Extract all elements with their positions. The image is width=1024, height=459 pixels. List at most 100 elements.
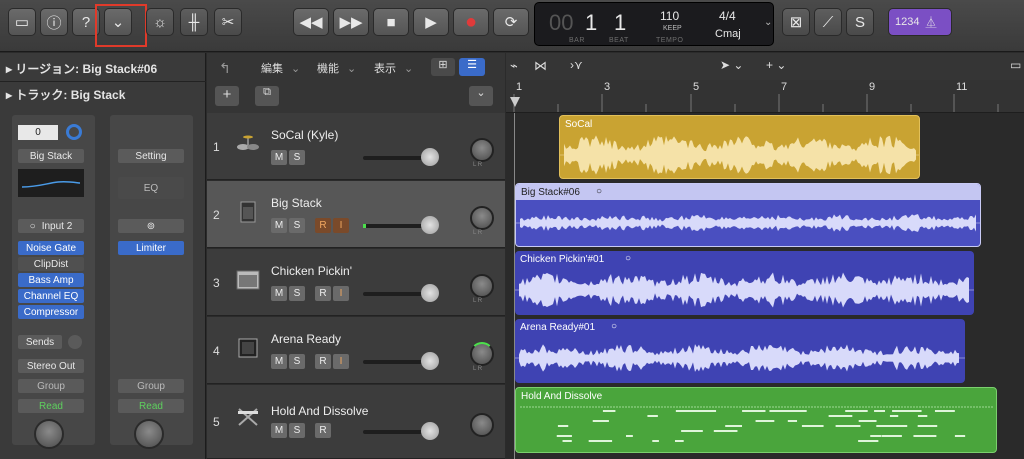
list-view-icon[interactable]: ☰ — [459, 58, 485, 76]
count-in-button[interactable]: 1234 ⏅ — [888, 8, 952, 36]
smart-controls-icon[interactable]: ☼ — [146, 8, 174, 36]
mixer-icon[interactable]: ╫ — [180, 8, 208, 36]
edit-menu[interactable]: 編集 ⌄ — [261, 59, 300, 77]
fader-cap[interactable] — [421, 284, 439, 302]
audio-region[interactable]: Arena Ready#01 ○ — [515, 319, 965, 383]
input-slot[interactable]: ○ Input 2 — [18, 219, 84, 233]
play-button[interactable]: ▶ — [413, 8, 449, 36]
solo-icon[interactable]: S — [846, 8, 874, 36]
tuner-icon[interactable]: ⟋ — [814, 8, 842, 36]
record-enable-button[interactable]: R — [315, 286, 331, 301]
plugin-slot[interactable]: Limiter — [118, 241, 184, 255]
lcd-display[interactable]: 00 1 BAR 1 BEAT 110 KEEP TEMPO 4/4 Cmaj … — [534, 2, 774, 46]
track-row[interactable]: 3 Chicken Pickin' M S R I L R — [207, 249, 505, 316]
forward-button[interactable]: ▶▶ — [333, 8, 369, 36]
pointer-tool-icon[interactable]: ➤ ⌄ — [720, 58, 743, 72]
fader-cap[interactable] — [421, 352, 439, 370]
edit-menu-label: 編集 — [261, 63, 283, 75]
track-row[interactable]: 1 SoCal (Kyle) M S L R — [207, 113, 505, 180]
automation-mode[interactable]: Read — [18, 399, 84, 413]
record-enable-button[interactable]: R — [315, 218, 331, 233]
track-row[interactable]: 4 Arena Ready M S R I L R — [207, 317, 505, 384]
input-monitor-button[interactable]: I — [333, 354, 349, 369]
volume-readout[interactable]: 0 — [18, 125, 58, 140]
add-track-icon[interactable]: + — [215, 86, 239, 106]
plugin-slot[interactable]: Bass Amp — [18, 273, 84, 287]
duplicate-track-icon[interactable]: ⧉ — [255, 86, 279, 106]
mute-button[interactable]: M — [271, 218, 287, 233]
mute-button[interactable]: M — [271, 286, 287, 301]
grid-view-icon[interactable]: ⊞ — [431, 58, 455, 76]
pan-knob[interactable] — [470, 413, 494, 437]
solo-button[interactable]: S — [289, 354, 305, 369]
sends-slot[interactable]: Sends — [18, 335, 62, 349]
midi-region[interactable]: Hold And Dissolve — [515, 387, 997, 453]
track-row[interactable]: 5 Hold And Dissolve M S R — [207, 385, 505, 459]
plugin-slot[interactable]: Channel EQ — [18, 289, 84, 303]
pan-knob[interactable] — [470, 206, 494, 230]
fader-cap[interactable] — [421, 148, 439, 166]
marquee-tool-icon[interactable]: + ⌄ — [766, 58, 786, 72]
back-arrow-icon[interactable]: ↰ — [219, 59, 231, 77]
solo-button[interactable]: S — [289, 150, 305, 165]
mute-button[interactable]: M — [271, 150, 287, 165]
waveform-zoom-icon[interactable]: ▭ — [1010, 58, 1021, 72]
solo-button[interactable]: S — [289, 286, 305, 301]
plugin-slot[interactable]: Compressor — [18, 305, 84, 319]
audio-region[interactable]: Big Stack#06 ○ — [515, 183, 981, 247]
automation-icon[interactable]: ⌁ — [510, 58, 518, 74]
inspector-icon[interactable]: ⓘ — [40, 8, 68, 36]
fader-cap[interactable] — [421, 422, 439, 440]
setting-button[interactable]: Setting — [118, 149, 184, 163]
catch-icon[interactable]: ›⋎ — [570, 58, 583, 72]
audio-region[interactable]: SoCal — [559, 115, 920, 179]
timeline-ruler[interactable]: 1 3 5 7 9 11 — [506, 80, 1024, 113]
pan-knob[interactable] — [470, 342, 494, 366]
pan-knob[interactable] — [34, 419, 64, 449]
solo-button[interactable]: S — [289, 423, 305, 438]
input-monitor-button[interactable]: I — [333, 286, 349, 301]
pan-knob[interactable] — [470, 274, 494, 298]
solo-button[interactable]: S — [289, 218, 305, 233]
view-menu[interactable]: 表示 ⌄ — [374, 59, 413, 77]
track-row[interactable]: 2 Big Stack M S R I L R — [207, 181, 505, 248]
gain-knob[interactable] — [66, 124, 82, 140]
arrange-area[interactable]: SoCal Big Stack#06 ○ Chicken Pickin'#01 … — [506, 113, 1024, 459]
chevron-down-icon: ⌄ — [347, 62, 357, 75]
stop-button[interactable]: ■ — [373, 8, 409, 36]
audio-region[interactable]: Chicken Pickin'#01 ○ — [515, 251, 974, 315]
send-knob[interactable] — [68, 335, 82, 349]
lcd-beat: 1 — [614, 10, 627, 35]
automation-mode[interactable]: Read — [118, 399, 184, 413]
record-enable-button[interactable]: R — [315, 423, 331, 438]
rewind-button[interactable]: ◀◀ — [293, 8, 329, 36]
global-tracks-icon[interactable]: ⌄ — [469, 86, 493, 106]
replace-icon[interactable]: ⊠ — [782, 8, 810, 36]
control-bar: ▭ ⓘ ? ⌄ ☼ ╫ ✂ ◀◀ ▶▶ ■ ▶ ● ⟳ 00 1 BAR 1 B… — [0, 0, 1024, 52]
editors-icon[interactable]: ✂ — [214, 8, 242, 36]
group-slot[interactable]: Group — [18, 379, 84, 393]
output-slot[interactable]: Stereo Out — [18, 359, 84, 373]
eq-thumbnail[interactable] — [18, 169, 84, 197]
record-enable-button[interactable]: R — [315, 354, 331, 369]
group-slot[interactable]: Group — [118, 379, 184, 393]
mute-button[interactable]: M — [271, 354, 287, 369]
plugin-slot[interactable]: ClipDist — [18, 257, 84, 271]
library-icon[interactable]: ▭ — [8, 8, 36, 36]
region-inspector-header[interactable]: ▸ リージョン: Big Stack#06 — [6, 60, 157, 77]
lcd-chevron-icon[interactable]: ⌄ — [764, 17, 772, 28]
track-inspector-header[interactable]: ▸ トラック: Big Stack — [6, 86, 125, 103]
plugin-slot[interactable]: Noise Gate — [18, 241, 84, 255]
cycle-button[interactable]: ⟳ — [493, 8, 529, 36]
record-button[interactable]: ● — [453, 8, 489, 36]
eq-slot[interactable]: EQ — [118, 177, 184, 199]
flex-icon[interactable]: ⋈ — [534, 58, 547, 74]
pan-knob[interactable] — [134, 419, 164, 449]
input-monitor-button[interactable]: I — [333, 218, 349, 233]
functions-menu[interactable]: 機能 ⌄ — [317, 59, 356, 77]
fader-cap[interactable] — [421, 216, 439, 234]
pan-knob[interactable] — [470, 138, 494, 162]
mute-button[interactable]: M — [271, 423, 287, 438]
setting-button[interactable]: Big Stack — [18, 149, 84, 163]
stereo-link-icon[interactable]: ⊚ — [118, 219, 184, 233]
